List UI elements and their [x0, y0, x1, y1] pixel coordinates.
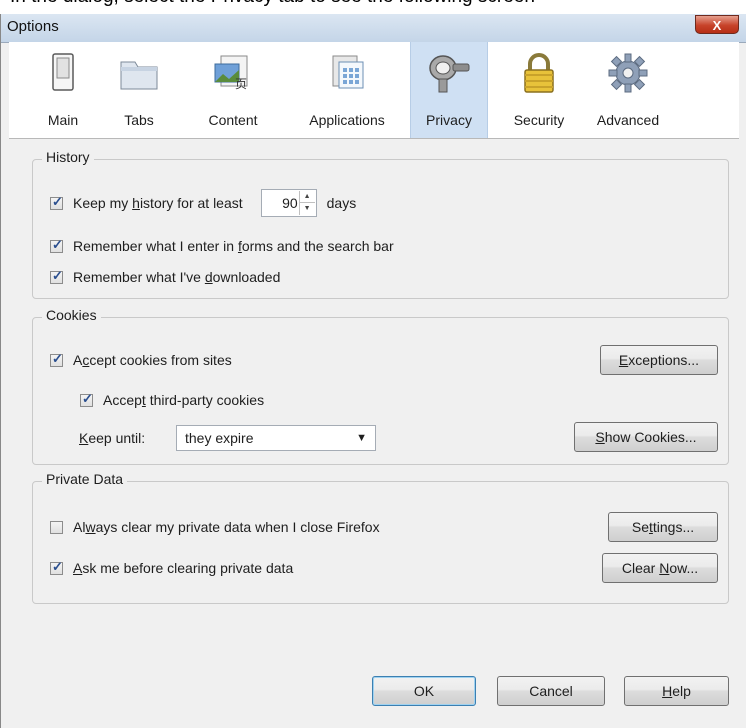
tab-tabs-label: Tabs: [124, 112, 154, 128]
keep-until-value: they expire: [185, 430, 254, 446]
tab-security-label: Security: [513, 112, 565, 128]
third-party-cookies-checkbox[interactable]: [80, 391, 93, 407]
ask-before-clearing-checkbox[interactable]: [50, 559, 63, 575]
dropdown-arrow-icon: ▼: [356, 432, 367, 444]
ask-before-clearing-label: Ask me before clearing private data: [73, 560, 294, 576]
tab-applications-label: Applications: [309, 112, 385, 128]
history-days-stepper[interactable]: 90 ▲ ▼: [260, 189, 317, 217]
ask-before-row: Ask me before clearing private data: [50, 557, 293, 579]
remember-downloads-checkbox[interactable]: [50, 268, 63, 284]
title-bar: Options X: [1, 14, 746, 43]
always-clear-label: Always clear my private data when I clos…: [73, 519, 380, 535]
tab-advanced-label: Advanced: [596, 112, 660, 128]
options-dialog: Options X Main Tabs 页 Content Applicatio…: [0, 14, 746, 728]
window-title: Options: [7, 18, 59, 35]
history-group: History Keep my history for at least 90 …: [32, 149, 729, 299]
caption-text: In the dialog, select the Privacy tab to…: [10, 0, 535, 8]
tab-content[interactable]: 页 Content: [192, 42, 274, 138]
spin-down-icon[interactable]: ▼: [300, 203, 315, 215]
tab-content-label: Content: [208, 112, 258, 128]
remember-forms-label: Remember what I enter in forms and the s…: [73, 238, 394, 254]
keep-until-label: Keep until:: [79, 430, 146, 446]
tab-tabs[interactable]: Tabs: [113, 42, 165, 138]
help-button[interactable]: Help: [624, 676, 729, 706]
lock-icon: [524, 53, 554, 93]
tab-privacy[interactable]: Privacy: [410, 42, 488, 138]
privacy-mask-icon: [429, 55, 470, 93]
third-party-cookies-label: Accept third-party cookies: [103, 392, 265, 408]
accept-cookies-label: Accept cookies from sites: [73, 352, 232, 368]
tabs-icon: [120, 61, 158, 90]
remember-downloads-label: Remember what I've downloaded: [73, 269, 281, 285]
history-legend: History: [42, 149, 94, 165]
cookies-legend: Cookies: [42, 307, 101, 323]
switch-icon: [52, 53, 74, 91]
tab-main[interactable]: Main: [39, 42, 87, 138]
applications-icon: [332, 55, 364, 89]
history-days-value: 90: [282, 195, 298, 211]
show-cookies-button[interactable]: Show Cookies...: [574, 422, 718, 452]
tab-applications[interactable]: Applications: [294, 42, 400, 138]
category-toolbar: Main Tabs 页 Content Applications Privacy…: [9, 42, 739, 139]
ok-button[interactable]: OK: [372, 676, 476, 706]
always-clear-checkbox[interactable]: [50, 520, 63, 534]
keep-until-select[interactable]: they expire ▼: [176, 425, 376, 451]
cookies-group: Cookies Accept cookies from sites Except…: [32, 307, 729, 465]
close-button[interactable]: X: [695, 15, 739, 34]
svg-text:页: 页: [235, 77, 247, 91]
tab-privacy-label: Privacy: [426, 112, 472, 128]
exceptions-button[interactable]: Exceptions...: [600, 345, 718, 375]
spin-up-icon[interactable]: ▲: [299, 191, 315, 203]
private-data-settings-button[interactable]: Settings...: [608, 512, 718, 542]
tab-main-label: Main: [47, 112, 79, 128]
forms-row: Remember what I enter in forms and the s…: [50, 235, 394, 257]
accept-cookies-row: Accept cookies from sites: [50, 349, 232, 371]
always-clear-row: Always clear my private data when I clos…: [50, 516, 380, 538]
accept-cookies-checkbox[interactable]: [50, 351, 63, 367]
private-data-legend: Private Data: [42, 471, 128, 487]
downloads-row: Remember what I've downloaded: [50, 266, 280, 288]
tab-advanced[interactable]: Advanced: [587, 42, 669, 138]
keep-history-checkbox[interactable]: [50, 194, 63, 210]
clear-now-button[interactable]: Clear Now...: [602, 553, 718, 583]
third-party-row: Accept third-party cookies: [80, 389, 264, 411]
remember-forms-checkbox[interactable]: [50, 237, 63, 253]
private-data-group: Private Data Always clear my private dat…: [32, 471, 729, 604]
days-unit-label: days: [326, 195, 357, 211]
tab-security[interactable]: Security: [503, 42, 575, 138]
content-icon: 页: [214, 55, 248, 91]
keep-history-label: Keep my history for at least: [73, 195, 243, 211]
cancel-button[interactable]: Cancel: [497, 676, 605, 706]
keep-history-row: Keep my history for at least 90 ▲ ▼ days: [50, 188, 356, 218]
gear-icon: [608, 53, 648, 93]
